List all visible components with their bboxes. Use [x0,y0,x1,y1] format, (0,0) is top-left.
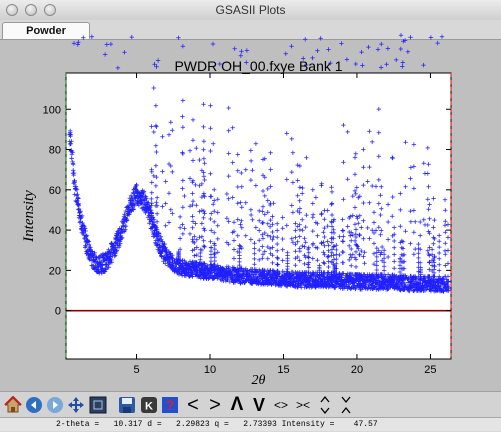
svg-text:10: 10 [204,364,216,376]
svg-text:15: 15 [277,364,289,376]
plot-toolbar: K ? < > Λ V <> >< [0,391,501,418]
shift-left-icon[interactable]: < [183,394,203,416]
zoom-icon[interactable] [88,395,108,415]
svg-text:20: 20 [351,364,363,376]
shift-down-icon[interactable]: V [249,395,269,415]
expand-y-icon[interactable] [315,395,335,415]
pan-icon[interactable] [66,395,86,415]
save-icon[interactable] [117,395,137,415]
svg-text:K: K [145,401,153,413]
expand-x-icon[interactable]: <> [271,395,291,415]
home-icon[interactable] [3,395,23,415]
back-icon[interactable] [24,395,44,415]
contract-x-icon[interactable]: >< [293,395,313,415]
svg-text:60: 60 [49,185,61,197]
contract-y-icon[interactable] [336,395,356,415]
svg-text:40: 40 [49,225,61,237]
status-bar: 2-theta = 10.317 d = 2.29823 q = 2.73393… [0,417,501,431]
svg-text:100: 100 [43,104,61,116]
shift-up-icon[interactable]: Λ [227,394,247,415]
keys-icon[interactable]: K [139,395,159,415]
svg-text:?: ? [166,397,175,413]
svg-text:80: 80 [49,145,61,157]
x-axis-label: 2θ [252,373,266,388]
svg-text:20: 20 [49,265,61,277]
forward-icon[interactable] [45,395,65,415]
svg-text:25: 25 [424,364,436,376]
shift-right-icon[interactable]: > [205,394,225,416]
help-icon[interactable]: ? [160,395,180,415]
y-axis-label: Intensity [21,190,37,243]
svg-text:0: 0 [55,306,61,318]
plot-title: PWDR OH_00.fxye Bank 1 [174,58,343,74]
svg-text:5: 5 [133,364,139,376]
